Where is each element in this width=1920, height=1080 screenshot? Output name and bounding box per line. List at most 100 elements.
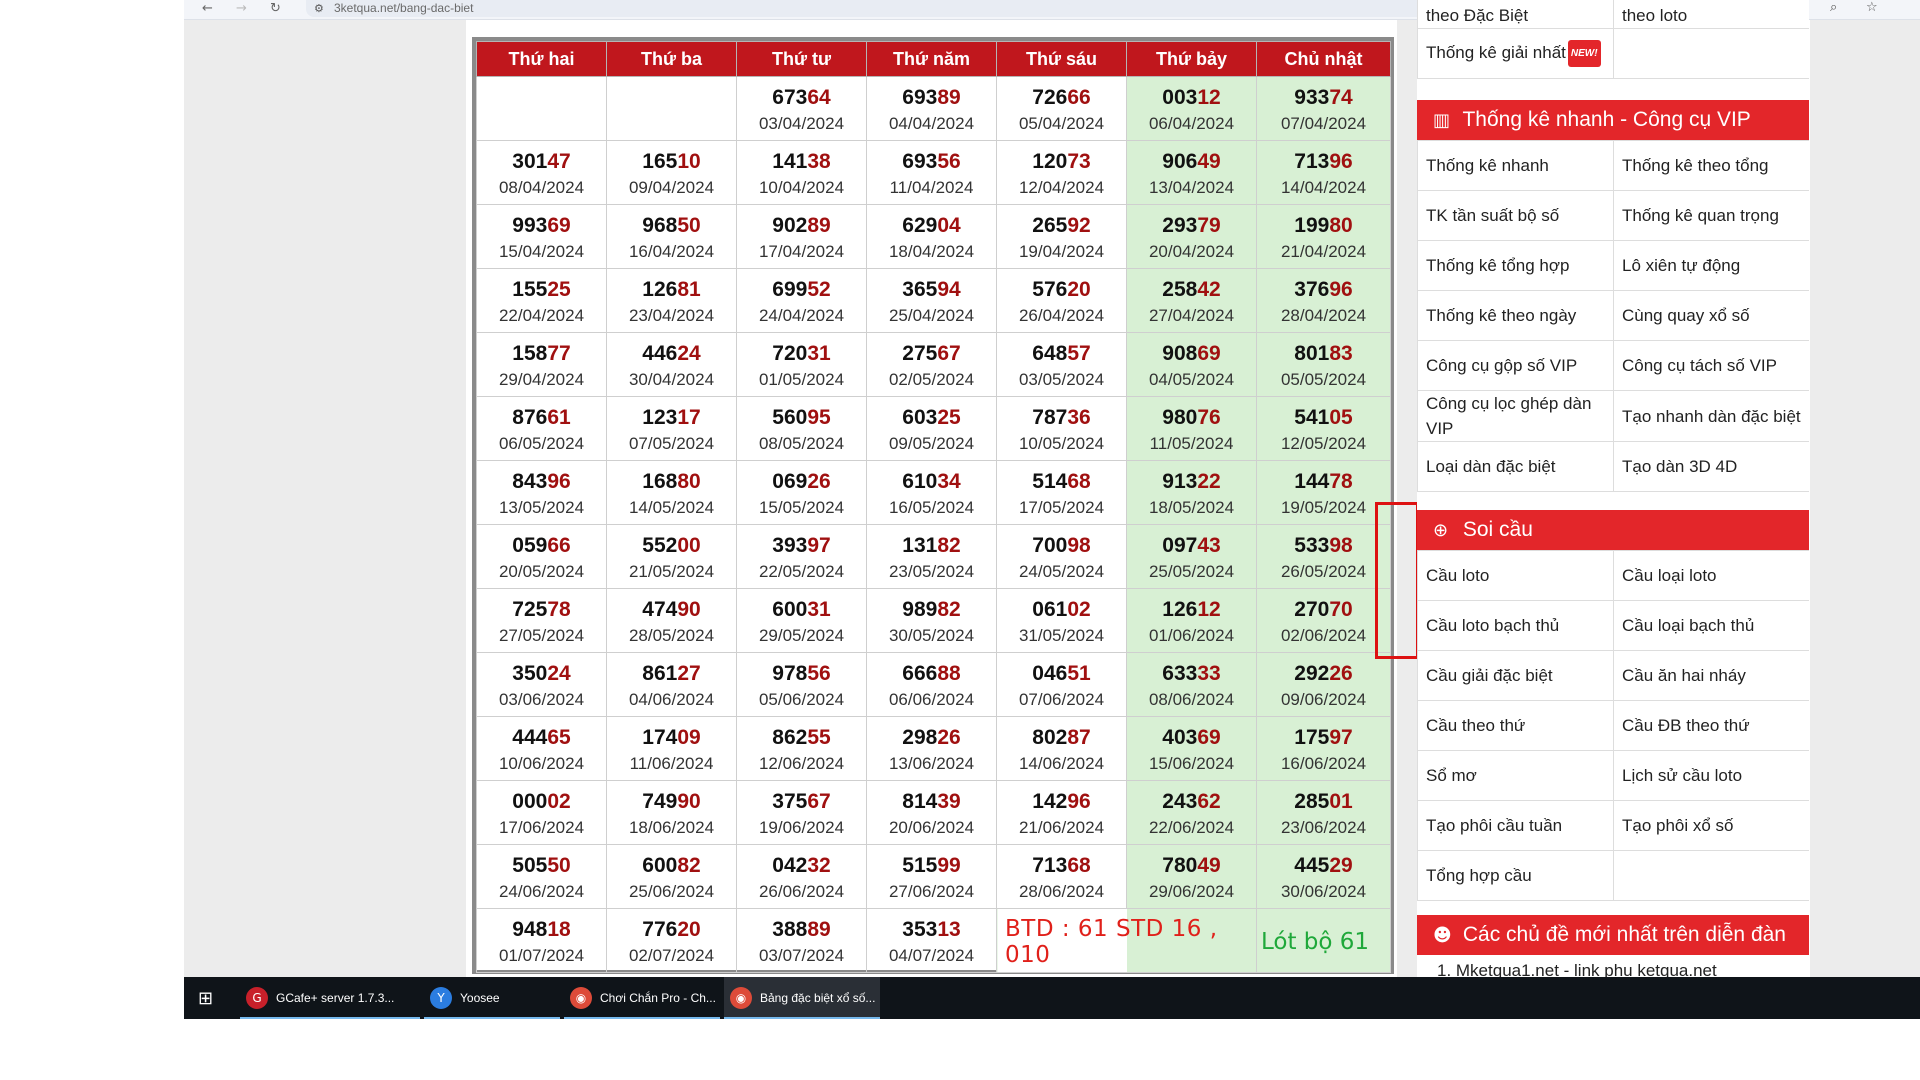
sidebar-link[interactable]: Công cụ lọc ghép dàn VIP [1417, 390, 1614, 442]
result-number: 51468 [997, 468, 1126, 496]
result-prefix: 787 [1032, 405, 1068, 429]
result-cell: 98982 30/05/2024 [866, 588, 997, 653]
result-prefix: 980 [1162, 405, 1198, 429]
result-prefix: 726 [1032, 85, 1068, 109]
sidebar-link[interactable]: Cầu ĐB theo thứ [1613, 700, 1809, 751]
sidebar-link[interactable]: Tạo dàn 3D 4D [1613, 441, 1809, 492]
reload-icon[interactable]: ↻ [270, 1, 281, 16]
result-cell: 28501 23/06/2024 [1256, 780, 1391, 845]
result-prefix: 298 [902, 725, 938, 749]
result-date: 28/06/2024 [1018, 881, 1105, 901]
result-cell: 14138 10/04/2024 [736, 140, 867, 205]
star-icon[interactable]: ☆ [1866, 0, 1878, 15]
sidebar-link[interactable]: theo loto [1613, 0, 1809, 29]
result-prefix: 393 [772, 533, 808, 557]
windows-start-icon[interactable]: ⊞ [198, 988, 213, 1009]
result-last-two: 18 [547, 917, 571, 941]
sidebar-link[interactable]: theo Đặc Biệt [1417, 0, 1614, 29]
result-date: 24/06/2024 [498, 881, 585, 901]
forward-arrow-icon[interactable]: → [236, 1, 247, 16]
result-last-two: 94 [937, 277, 961, 301]
sidebar-link[interactable]: Thống kê nhanh [1417, 140, 1614, 191]
result-prefix: 141 [772, 149, 808, 173]
search-icon[interactable]: ⌕ [1830, 0, 1837, 15]
result-number: 17409 [607, 724, 736, 752]
result-last-two: 26 [807, 469, 831, 493]
taskbar-item-chrome-2[interactable]: ◉ Bảng đặc biệt xổ số... [724, 977, 880, 1019]
sidebar-link[interactable]: Công cụ tách số VIP [1613, 340, 1809, 391]
sidebar-link[interactable]: Cầu giải đặc biệt [1417, 650, 1614, 701]
result-cell: 14478 19/05/2024 [1256, 460, 1391, 525]
result-date: 23/05/2024 [888, 561, 975, 581]
sidebar-link[interactable]: Lô xiên tự động [1613, 240, 1809, 291]
sidebar-link[interactable]: Cầu ăn hai nháy [1613, 650, 1809, 701]
sidebar-link[interactable]: Cùng quay xổ số [1613, 290, 1809, 341]
sidebar-link[interactable]: Lịch sử cầu loto [1613, 750, 1809, 801]
result-last-two: 97 [807, 533, 831, 557]
result-last-two: 92 [1067, 213, 1091, 237]
result-last-two: 12 [1197, 85, 1221, 109]
sidebar-link[interactable]: Tạo phôi cầu tuần [1417, 800, 1614, 851]
result-date: 04/07/2024 [888, 945, 975, 965]
result-last-two: 50 [677, 213, 701, 237]
result-cell: 12073 12/04/2024 [996, 140, 1127, 205]
result-number: 69389 [867, 84, 996, 112]
result-last-two: 49 [1197, 149, 1221, 173]
special-results-table: Thứ hai Thứ ba Thứ tư Thứ năm Thứ sáu Thứ bảy… [476, 41, 1391, 973]
result-number: 54105 [1257, 404, 1390, 432]
result-last-two: 61 [547, 405, 571, 429]
result-last-two: 98 [1067, 533, 1091, 557]
result-number: 15525 [477, 276, 606, 304]
result-prefix: 693 [902, 85, 938, 109]
result-date: 12/05/2024 [1280, 433, 1367, 453]
result-date: 17/06/2024 [498, 817, 585, 837]
result-last-two: 99 [937, 853, 961, 877]
result-last-two: 24 [547, 661, 571, 685]
sidebar-link[interactable]: Thống kê quan trọng [1613, 190, 1809, 241]
result-cell: 47490 28/05/2024 [606, 588, 737, 653]
result-number: 19980 [1257, 212, 1390, 240]
address-url: 3ketqua.net/bang-dac-biet [334, 1, 474, 15]
result-date: 18/06/2024 [628, 817, 715, 837]
sidebar-link[interactable]: Thống kê tổng hợp [1417, 240, 1614, 291]
sidebar-link[interactable]: Cầu theo thứ [1417, 700, 1614, 751]
table-row: 84396 13/05/2024 16880 14/05/2024 06926 15/05… [476, 460, 1391, 525]
taskbar-item-chrome-1[interactable]: ◉ Chơi Chắn Pro - Ch... [564, 977, 720, 1019]
back-arrow-icon[interactable]: ← [202, 1, 213, 16]
result-last-two: 66 [547, 533, 571, 557]
sidebar-link[interactable]: Cầu loto [1417, 550, 1614, 601]
site-info-icon[interactable]: ⚙ [314, 2, 324, 15]
result-cell: 26592 19/04/2024 [996, 204, 1127, 269]
result-date: 26/06/2024 [758, 881, 845, 901]
table-row: 00002 17/06/2024 74990 18/06/2024 37567 19/06… [476, 780, 1391, 845]
sidebar-link[interactable]: Thống kê theo tổng [1613, 140, 1809, 191]
sidebar-link-giai-nhat[interactable]: Thống kê giải nhất NEW! [1417, 28, 1614, 79]
result-last-two: 42 [1197, 277, 1221, 301]
result-prefix: 993 [512, 213, 548, 237]
sidebar-link[interactable]: Cầu loto bạch thủ [1417, 600, 1614, 651]
sidebar-link[interactable]: Loại dàn đặc biệt [1417, 441, 1614, 492]
sidebar-link[interactable]: Tạo nhanh dàn đặc biệt [1613, 390, 1809, 442]
sidebar-link[interactable]: TK tần suất bộ số [1417, 190, 1614, 241]
result-date: 19/05/2024 [1280, 497, 1367, 517]
result-cell: 37696 28/04/2024 [1256, 268, 1391, 333]
result-cell: 71396 14/04/2024 [1256, 140, 1391, 205]
result-number: 97856 [737, 660, 866, 688]
result-date: 16/05/2024 [888, 497, 975, 517]
result-cell: 15877 29/04/2024 [476, 332, 607, 397]
taskbar-item-yoosee[interactable]: Y Yoosee [424, 977, 560, 1019]
sidebar-link[interactable]: Thống kê theo ngày [1417, 290, 1614, 341]
result-last-two: 77 [547, 341, 571, 365]
sidebar-link[interactable]: Cầu loại bạch thủ [1613, 600, 1809, 651]
taskbar-item-gcafe[interactable]: G GCafe+ server 1.7.3... [240, 977, 420, 1019]
sidebar-link[interactable]: Công cụ gộp số VIP [1417, 340, 1614, 391]
result-cell: 12612 01/06/2024 [1126, 588, 1257, 653]
result-cell: 15525 22/04/2024 [476, 268, 607, 333]
sidebar-link[interactable]: Sổ mơ [1417, 750, 1614, 801]
sidebar-link[interactable]: Tổng hợp cầu [1417, 850, 1614, 901]
sidebar-link[interactable]: Cầu loại loto [1613, 550, 1809, 601]
result-date: 17/05/2024 [1018, 497, 1105, 517]
forum-topic-link[interactable]: 1. Mketqua1.net - link phụ ketqua.net [1437, 961, 1717, 977]
page-gutter [1397, 20, 1419, 977]
sidebar-link[interactable]: Tạo phôi xổ số [1613, 800, 1809, 851]
